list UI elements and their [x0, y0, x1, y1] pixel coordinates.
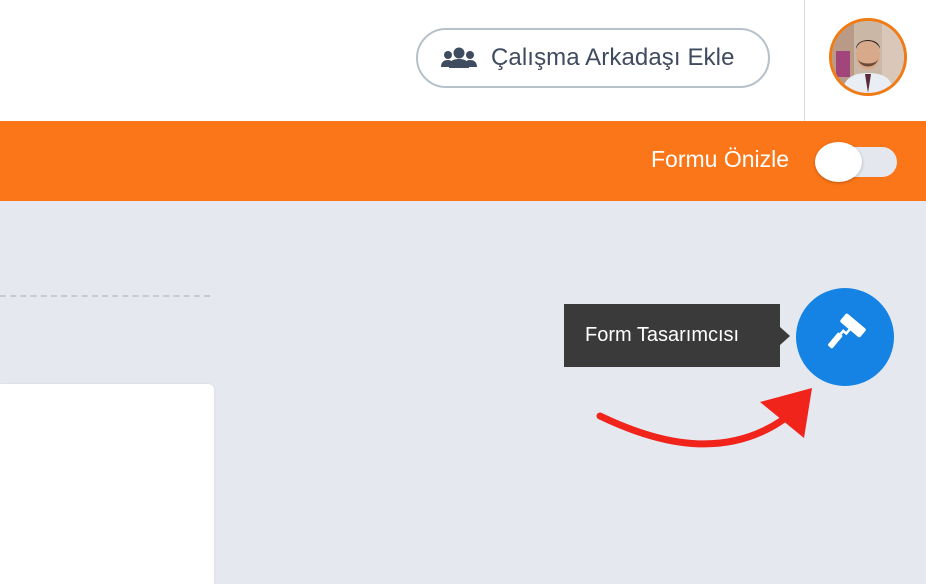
form-designer-tooltip-text: Form Tasarımcısı	[585, 324, 740, 346]
tooltip-arrow	[780, 327, 790, 345]
top-bar: Çalışma Arkadaşı Ekle	[0, 0, 926, 121]
users-icon	[441, 46, 477, 70]
topbar-divider	[804, 0, 805, 121]
form-canvas-card	[0, 384, 214, 584]
add-collaborator-label: Çalışma Arkadaşı Ekle	[491, 44, 735, 71]
annotation-arrow	[596, 388, 812, 448]
paint-roller-icon	[823, 313, 867, 362]
form-designer-tooltip: Form Tasarımcısı	[564, 304, 780, 367]
preview-form-label: Formu Önizle	[651, 146, 790, 172]
preview-form-toggle[interactable]	[815, 142, 897, 182]
form-designer-button[interactable]	[796, 288, 894, 386]
toggle-knob	[815, 142, 862, 182]
add-collaborator-button[interactable]: Çalışma Arkadaşı Ekle	[416, 28, 770, 88]
user-avatar[interactable]	[829, 18, 907, 96]
section-divider	[0, 295, 210, 297]
